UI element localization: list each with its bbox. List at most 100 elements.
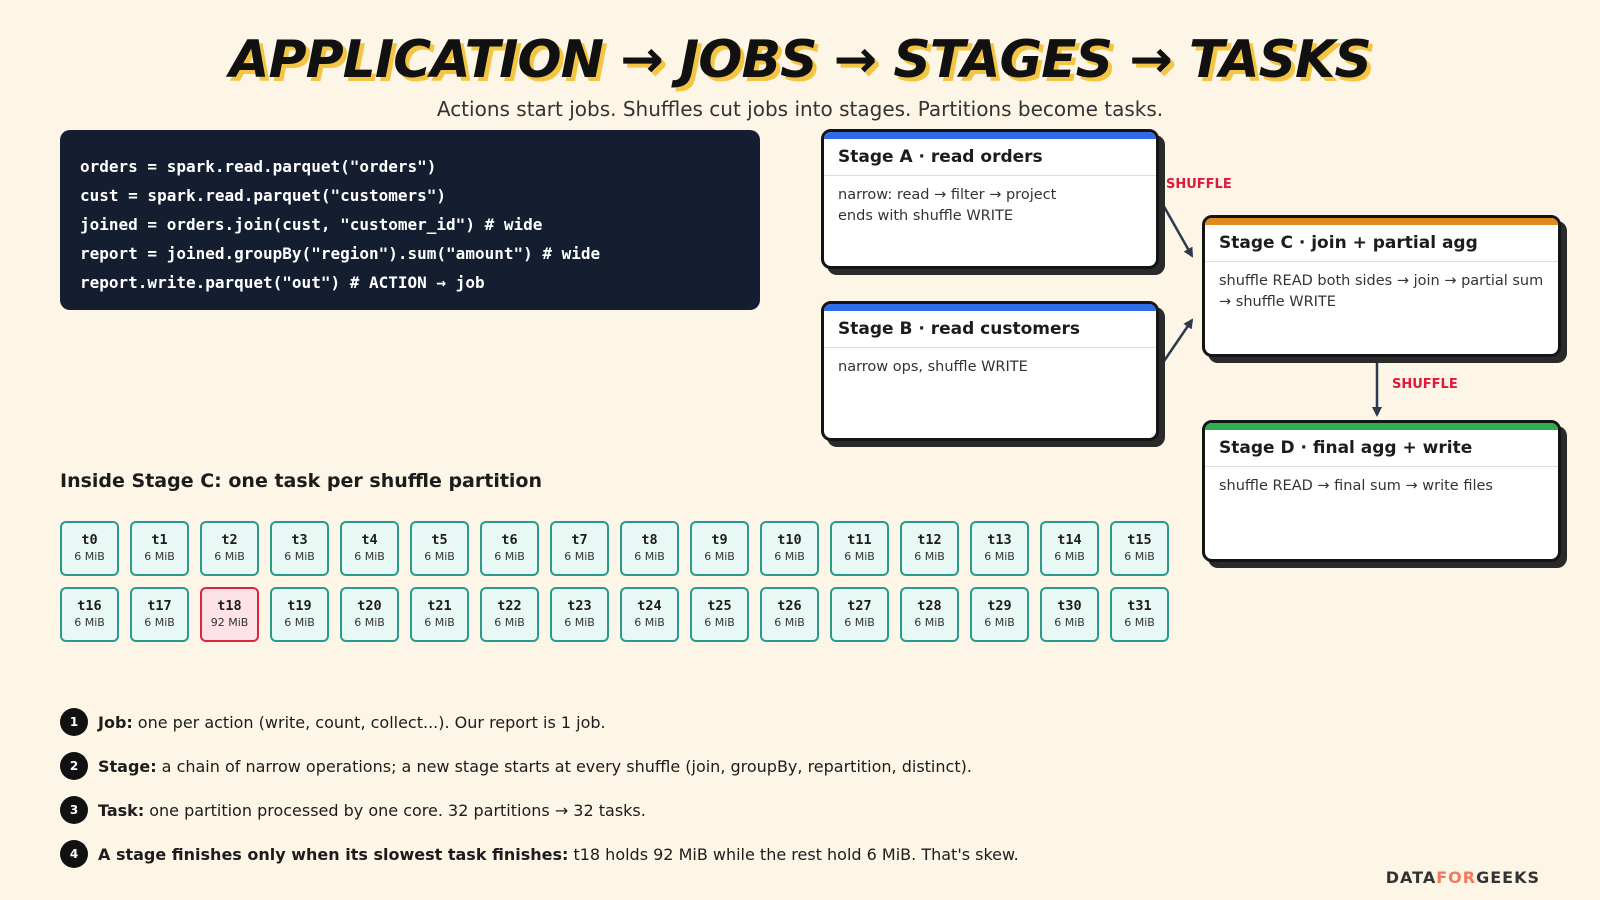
note-number: 3: [60, 796, 88, 824]
task-id: t1: [151, 532, 168, 548]
task-id: t24: [637, 598, 662, 614]
task-size: 6 MiB: [144, 550, 175, 563]
task-size: 6 MiB: [74, 616, 105, 629]
task-size: 6 MiB: [984, 550, 1015, 563]
task-size: 6 MiB: [564, 550, 595, 563]
note-item: 3 Task: one partition processed by one c…: [60, 788, 1160, 832]
note-label: Job:: [98, 712, 133, 732]
note-text: one per action (write, count, collect...…: [137, 712, 606, 732]
task-size: 6 MiB: [634, 616, 665, 629]
task-id: t22: [497, 598, 522, 614]
task-size: 6 MiB: [844, 550, 875, 563]
task-tile: t6 6 MiB: [480, 521, 539, 576]
task-tile: t30 6 MiB: [1040, 587, 1099, 642]
task-size: 6 MiB: [284, 550, 315, 563]
note-number: 2: [60, 752, 88, 780]
stage-b-title: Stage B · read customers: [824, 311, 1156, 348]
task-size: 6 MiB: [494, 616, 525, 629]
task-id: t9: [711, 532, 728, 548]
stage-a-line-1: narrow: read → filter → project: [838, 187, 1057, 203]
task-tile: t1 6 MiB: [130, 521, 189, 576]
task-tile: t8 6 MiB: [620, 521, 679, 576]
stage-d-accent: [1205, 423, 1558, 430]
task-id: t10: [777, 532, 802, 548]
task-id: t8: [641, 532, 658, 548]
task-tile: t24 6 MiB: [620, 587, 679, 642]
task-id: t3: [291, 532, 308, 548]
task-grid: t0 6 MiB t1 6 MiB t2 6 MiB t3 6 MiB t4 6 MiB t5 6 M…: [60, 521, 1180, 642]
task-size: 6 MiB: [74, 550, 105, 563]
task-tile: t0 6 MiB: [60, 521, 119, 576]
task-id: t23: [567, 598, 592, 614]
task-size: 6 MiB: [1124, 616, 1155, 629]
task-id: t2: [221, 532, 238, 548]
task-id: t7: [571, 532, 588, 548]
task-size: 6 MiB: [984, 616, 1015, 629]
task-id: t12: [917, 532, 942, 548]
task-id: t14: [1057, 532, 1082, 548]
task-size: 6 MiB: [1124, 550, 1155, 563]
task-tile: t11 6 MiB: [830, 521, 889, 576]
task-tile: t19 6 MiB: [270, 587, 329, 642]
note-label: Stage:: [98, 756, 157, 776]
task-id: t6: [501, 532, 518, 548]
task-id: t20: [357, 598, 382, 614]
task-size: 6 MiB: [704, 616, 735, 629]
stage-a-accent: [824, 132, 1156, 139]
task-id: t27: [847, 598, 872, 614]
task-size: 6 MiB: [284, 616, 315, 629]
stage-c-body: shuffle READ both sides → join → partial…: [1205, 262, 1558, 322]
task-id: t5: [431, 532, 448, 548]
task-tile: t10 6 MiB: [760, 521, 819, 576]
task-tile: t29 6 MiB: [970, 587, 1029, 642]
task-tile: t15 6 MiB: [1110, 521, 1169, 576]
task-size: 6 MiB: [214, 550, 245, 563]
brand-part-3: GEEKS: [1476, 868, 1540, 887]
stage-b-line-1: narrow ops, shuffle WRITE: [838, 359, 1028, 375]
task-tile: t9 6 MiB: [690, 521, 749, 576]
stage-b-accent: [824, 304, 1156, 311]
task-size: 6 MiB: [564, 616, 595, 629]
task-id: t26: [777, 598, 802, 614]
task-id: t11: [847, 532, 872, 548]
task-size: 6 MiB: [494, 550, 525, 563]
task-tile: t22 6 MiB: [480, 587, 539, 642]
stage-b-card: Stage B · read customers narrow ops, shu…: [821, 301, 1159, 441]
note-item: 1 Job: one per action (write, count, col…: [60, 700, 1160, 744]
brand-logo: DATAFORGEEKS: [1386, 868, 1540, 887]
task-tile: t18 92 MiB: [200, 587, 259, 642]
stage-c-line-1: shuffle READ both sides → join → partial…: [1219, 273, 1544, 289]
task-tile: t28 6 MiB: [900, 587, 959, 642]
note-number: 4: [60, 840, 88, 868]
task-id: t18: [217, 598, 242, 614]
task-id: t0: [81, 532, 98, 548]
note-item: 2 Stage: a chain of narrow operations; a…: [60, 744, 1160, 788]
task-id: t29: [987, 598, 1012, 614]
task-size: 6 MiB: [1054, 550, 1085, 563]
task-size: 6 MiB: [1054, 616, 1085, 629]
task-id: t21: [427, 598, 452, 614]
task-tile: t23 6 MiB: [550, 587, 609, 642]
task-tile: t5 6 MiB: [410, 521, 469, 576]
task-id: t16: [77, 598, 102, 614]
task-size: 6 MiB: [424, 616, 455, 629]
task-tile: t12 6 MiB: [900, 521, 959, 576]
task-tile: t13 6 MiB: [970, 521, 1029, 576]
tasks-heading: Inside Stage C: one task per shuffle par…: [60, 470, 543, 492]
task-tile: t17 6 MiB: [130, 587, 189, 642]
shuffle-label-a-c: SHUFFLE: [1166, 177, 1232, 192]
task-size: 6 MiB: [354, 616, 385, 629]
note-label: A stage finishes only when its slowest t…: [98, 844, 569, 864]
task-id: t25: [707, 598, 732, 614]
task-size: 6 MiB: [774, 550, 805, 563]
stage-c-accent: [1205, 218, 1558, 225]
task-size: 6 MiB: [914, 616, 945, 629]
stage-d-body: shuffle READ → final sum → write files: [1205, 467, 1558, 506]
task-id: t28: [917, 598, 942, 614]
task-tile: t2 6 MiB: [200, 521, 259, 576]
task-id: t19: [287, 598, 312, 614]
task-size: 6 MiB: [354, 550, 385, 563]
stage-c-card: Stage C · join + partial agg shuffle REA…: [1202, 215, 1561, 357]
stage-d-title: Stage D · final agg + write: [1205, 430, 1558, 467]
task-id: t30: [1057, 598, 1082, 614]
